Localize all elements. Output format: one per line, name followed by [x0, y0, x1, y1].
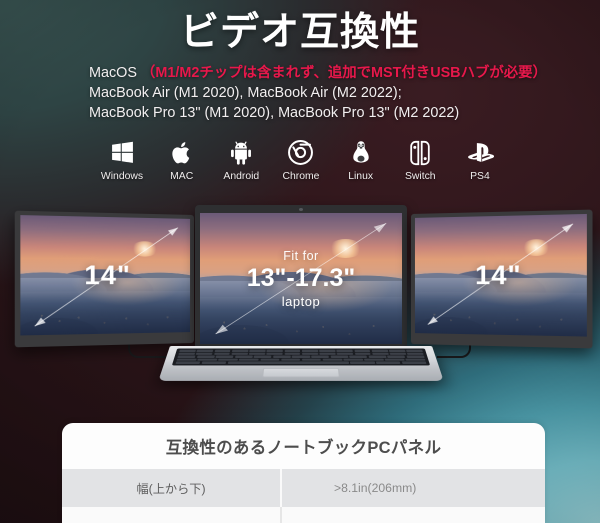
- linux-tux-icon: [335, 138, 387, 167]
- spec-line-macbook-air: MacBook Air (M1 2020), MacBook Air (M2 2…: [89, 84, 402, 101]
- os-compatibility-row: Windows MAC Android Chrome Linux Switch …: [96, 138, 506, 183]
- os-label-mac: MAC: [170, 171, 194, 182]
- spec-os-label: MacOS: [89, 65, 137, 81]
- right-monitor-screen: 14": [414, 213, 587, 337]
- windows-icon: [96, 138, 148, 167]
- android-icon: [215, 138, 267, 167]
- product-photo: 14" Fit for 13"-17.3" laptop 14": [0, 196, 600, 421]
- right-external-monitor: 14": [411, 209, 593, 349]
- laptop-fit-top-text: Fit for: [283, 248, 319, 263]
- nintendo-switch-icon: [394, 138, 446, 167]
- page-title: ビデオ互換性: [179, 11, 420, 54]
- laptop-screen: Fit for 13"-17.3" laptop: [200, 213, 402, 344]
- card-title: 互換性のあるノートブックPCパネル: [165, 439, 442, 457]
- os-item-linux: Linux: [335, 138, 387, 183]
- os-label-ps4: PS4: [470, 171, 490, 182]
- product-infographic: ビデオ互換性 MacOS （M1/M2チップは含まれず、追加でMST付きUSBハ…: [0, 0, 600, 523]
- playstation-icon: [454, 138, 506, 167]
- left-monitor-size-text: 14": [84, 259, 131, 291]
- apple-icon: [156, 138, 208, 167]
- spec-table: 幅(上から下) >8.1in(206mm): [62, 469, 545, 523]
- compatibility-spec-text: MacOS （M1/M2チップは含まれず、追加でMST付きUSBハブが必要） M…: [89, 64, 547, 123]
- os-item-switch: Switch: [394, 138, 446, 183]
- os-label-android: Android: [223, 171, 260, 182]
- laptop-trackpad: [262, 368, 340, 378]
- left-monitor-screen: 14": [20, 215, 191, 336]
- os-item-mac: MAC: [156, 138, 208, 183]
- os-item-android: Android: [215, 138, 267, 183]
- spec-os-note: （M1/M2チップは含まれず、追加でMST付きUSBハブが必要）: [140, 65, 547, 81]
- right-monitor-size-text: 14": [475, 259, 522, 291]
- table-cell-value: [282, 507, 545, 523]
- laptop-base: [158, 346, 444, 381]
- table-cell-value: >8.1in(206mm): [334, 481, 417, 495]
- table-row: [62, 507, 545, 523]
- left-monitor-size-overlay: 14": [20, 215, 190, 335]
- table-cell-key: 幅(上から下): [136, 482, 206, 496]
- compatible-panel-card: 互換性のあるノートブックPCパネル 幅(上から下) >8.1in(206mm): [62, 423, 545, 523]
- os-item-windows: Windows: [96, 138, 148, 183]
- left-external-monitor: 14": [14, 210, 195, 348]
- chrome-icon: [275, 138, 327, 167]
- laptop-fit-size-text: 13"-17.3": [246, 263, 356, 292]
- os-label-linux: Linux: [348, 171, 374, 182]
- right-monitor-size-overlay: 14": [415, 214, 587, 337]
- os-item-chrome: Chrome: [275, 138, 327, 183]
- os-label-chrome: Chrome: [282, 171, 320, 182]
- os-item-ps4: PS4: [454, 138, 506, 183]
- laptop-fit-bottom-text: laptop: [281, 293, 321, 309]
- os-label-switch: Switch: [404, 171, 436, 182]
- spec-line-macos: MacOS （M1/M2チップは含まれず、追加でMST付きUSBハブが必要）: [89, 64, 547, 84]
- laptop-lid: Fit for 13"-17.3" laptop: [195, 205, 407, 348]
- spec-line-macbook-pro: MacBook Pro 13" (M1 2020), MacBook Pro 1…: [89, 104, 460, 121]
- table-row: 幅(上から下) >8.1in(206mm): [62, 469, 545, 507]
- laptop-webcam-icon: [299, 208, 303, 211]
- laptop-fit-overlay: Fit for 13"-17.3" laptop: [200, 213, 402, 344]
- os-label-windows: Windows: [100, 171, 144, 182]
- laptop-keyboard: [171, 348, 431, 366]
- keyboard-row: [175, 361, 427, 364]
- table-cell-key: [62, 507, 280, 523]
